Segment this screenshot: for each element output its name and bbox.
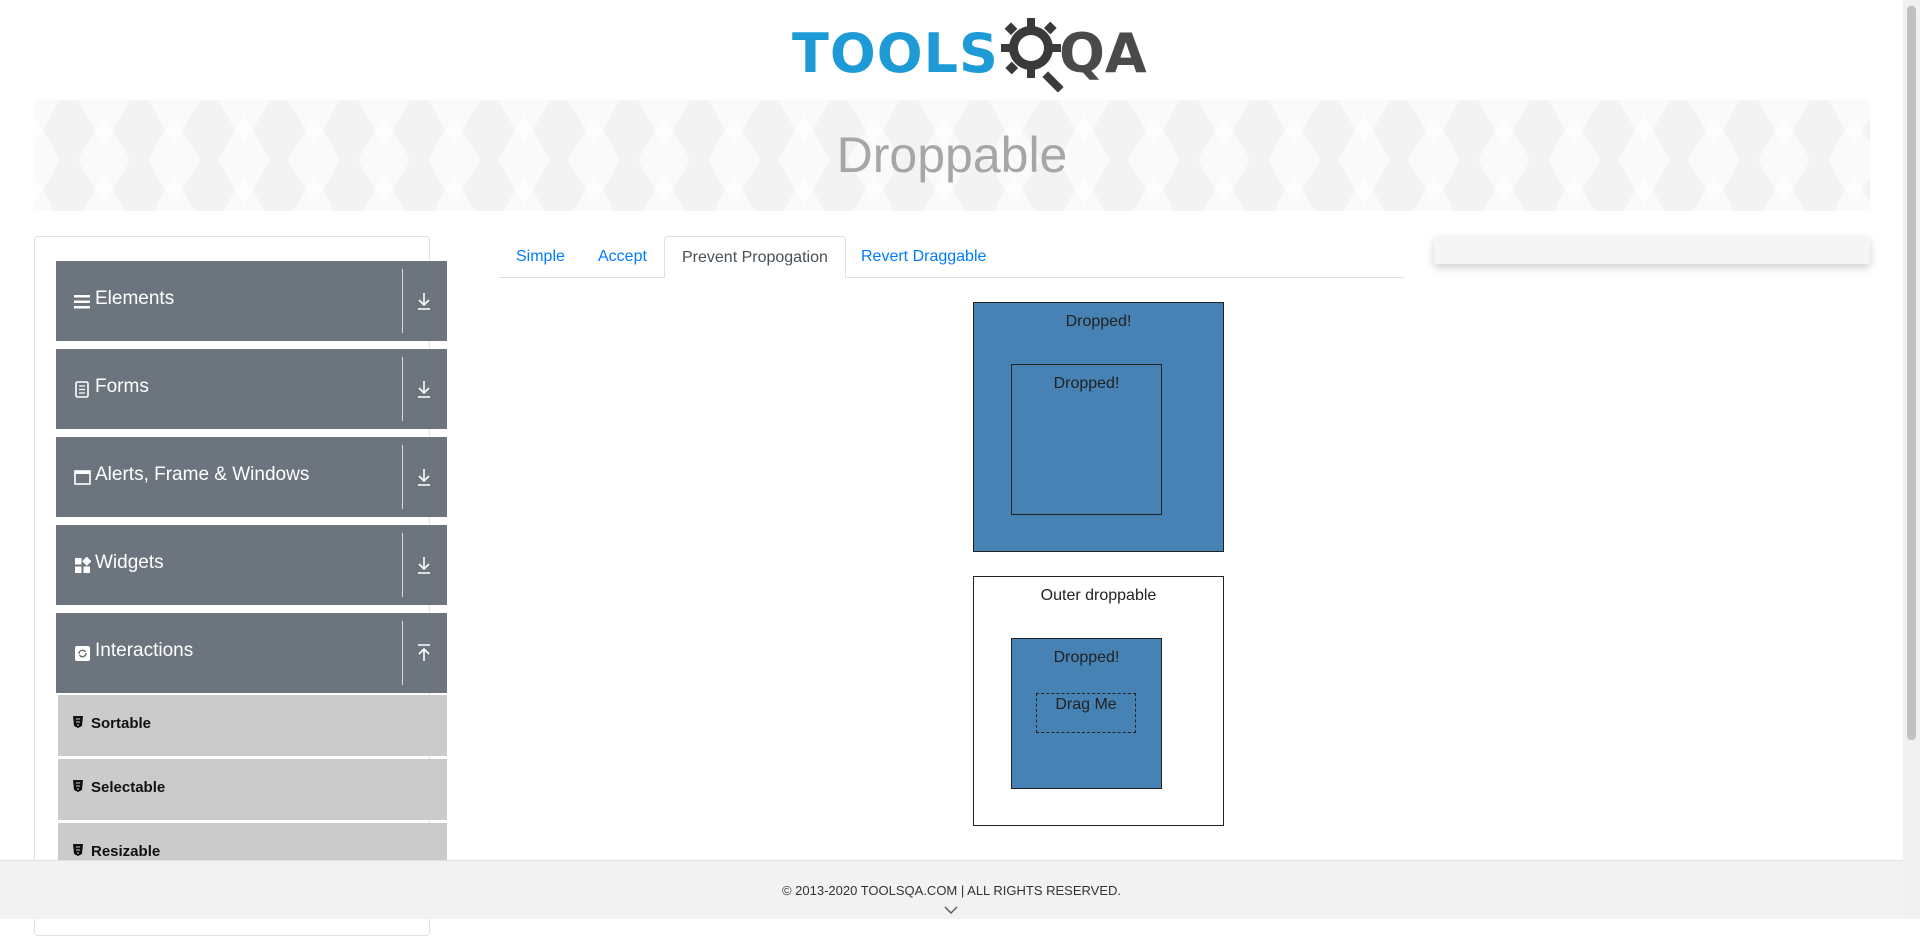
- toolsqa-logo[interactable]: TOOLS QA: [792, 14, 1147, 94]
- drag-me-box[interactable]: Drag Me: [1036, 693, 1136, 733]
- document-icon: [75, 381, 89, 398]
- outer-droppable-label: Outer droppable: [1040, 587, 1157, 604]
- page-scrollbar[interactable]: [1903, 0, 1920, 919]
- outer-droppable-greedy[interactable]: Outer droppable Dropped! Drag Me: [973, 576, 1224, 826]
- divider: [402, 533, 403, 597]
- chevron-down-icon[interactable]: [944, 905, 958, 915]
- download-arrow-icon[interactable]: [416, 467, 432, 487]
- sidebar-group-forms[interactable]: Forms: [56, 349, 447, 429]
- html5-icon: [73, 780, 83, 792]
- divider: [402, 357, 403, 421]
- widgets-icon: [75, 557, 91, 573]
- tab-accept[interactable]: Accept: [581, 236, 664, 278]
- droppable-tabs: Simple Accept Prevent Propogation Revert…: [499, 236, 1404, 278]
- tab-simple[interactable]: Simple: [499, 236, 582, 278]
- header: TOOLS QA: [0, 0, 1903, 100]
- ad-banner[interactable]: [1434, 236, 1870, 264]
- drop-status-label: Dropped!: [1053, 375, 1120, 392]
- divider: [402, 621, 403, 685]
- left-sidebar: Elements Forms Alerts, Frame & Windows W…: [34, 236, 447, 936]
- sidebar-item-label: Sortable: [91, 715, 152, 732]
- sidebar-group-label: Elements: [95, 288, 175, 309]
- sidebar-group-alerts[interactable]: Alerts, Frame & Windows: [56, 437, 447, 517]
- divider: [402, 445, 403, 509]
- sidebar-group-label: Widgets: [95, 552, 164, 573]
- drop-status-label: Dropped!: [1053, 649, 1120, 666]
- window-icon: [74, 470, 91, 485]
- logo-text-tools: TOOLS: [792, 22, 999, 85]
- gear-magnifier-icon: [1001, 18, 1064, 92]
- divider: [402, 269, 403, 333]
- drop-status-label: Dropped!: [1065, 313, 1132, 330]
- footer: © 2013-2020 TOOLSQA.COM | ALL RIGHTS RES…: [0, 860, 1903, 919]
- page-banner: Droppable: [34, 100, 1870, 211]
- tab-revert-draggable[interactable]: Revert Draggable: [844, 236, 1003, 278]
- tab-prevent-propogation[interactable]: Prevent Propogation: [664, 236, 846, 278]
- menu-icon: [74, 295, 90, 309]
- html5-icon: [73, 716, 83, 728]
- outer-droppable-not-greedy[interactable]: Dropped! Dropped!: [973, 302, 1224, 552]
- inner-droppable-not-greedy[interactable]: Dropped!: [1011, 364, 1162, 515]
- scrollbar-thumb[interactable]: [1907, 6, 1916, 740]
- sidebar-item-selectable[interactable]: Selectable: [58, 759, 447, 820]
- refresh-icon: [75, 646, 90, 661]
- sidebar-item-label: Selectable: [91, 779, 166, 796]
- upload-arrow-icon[interactable]: [416, 643, 432, 663]
- sidebar-group-label: Interactions: [95, 640, 194, 661]
- sidebar-group-elements[interactable]: Elements: [56, 261, 447, 341]
- sidebar-group-label: Alerts, Frame & Windows: [95, 464, 310, 485]
- download-arrow-icon[interactable]: [416, 555, 432, 575]
- download-arrow-icon[interactable]: [416, 291, 432, 311]
- sidebar-item-label: Resizable: [91, 843, 161, 860]
- sidebar-group-widgets[interactable]: Widgets: [56, 525, 447, 605]
- download-arrow-icon[interactable]: [416, 379, 432, 399]
- logo-text-qa: QA: [1058, 22, 1147, 85]
- inner-droppable-greedy[interactable]: Dropped! Drag Me: [1011, 638, 1162, 789]
- sidebar-item-sortable[interactable]: Sortable: [58, 695, 447, 756]
- footer-copyright: © 2013-2020 TOOLSQA.COM | ALL RIGHTS RES…: [781, 883, 1122, 898]
- html5-icon: [73, 844, 83, 856]
- sidebar-group-interactions[interactable]: Interactions: [56, 613, 447, 693]
- sidebar-group-label: Forms: [95, 376, 149, 397]
- page-title: Droppable: [836, 127, 1068, 183]
